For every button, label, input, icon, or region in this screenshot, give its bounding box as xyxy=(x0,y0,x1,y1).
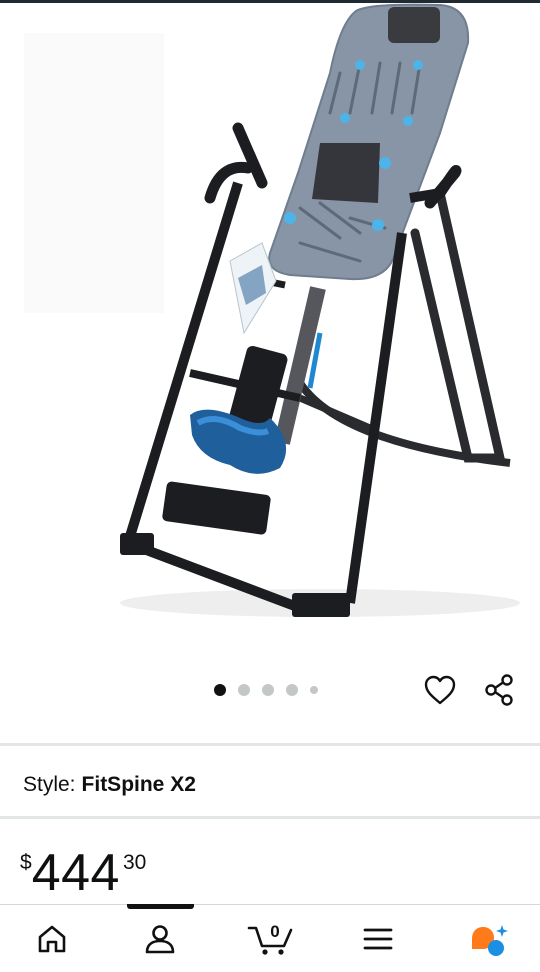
carousel-dot-4[interactable] xyxy=(286,684,298,696)
inversion-table-illustration xyxy=(24,3,520,617)
price-fraction: 30 xyxy=(122,851,147,874)
active-tab-indicator xyxy=(127,904,194,909)
price: $ 444 30 xyxy=(20,846,146,900)
rufus-assistant-icon xyxy=(472,925,508,956)
heart-icon xyxy=(424,675,456,705)
section-divider xyxy=(0,816,540,819)
carousel-dot-5[interactable] xyxy=(310,686,318,694)
product-image[interactable] xyxy=(0,3,540,665)
cart-count-badge: 0 xyxy=(270,922,280,941)
nav-home-button[interactable] xyxy=(24,914,80,964)
carousel-dot-1[interactable] xyxy=(214,684,226,696)
add-to-wishlist-button[interactable] xyxy=(418,668,462,712)
share-button[interactable] xyxy=(478,668,522,712)
style-selector[interactable]: Style: FitSpine X2 xyxy=(23,771,196,799)
carousel-dot-3[interactable] xyxy=(262,684,274,696)
price-symbol: $ xyxy=(20,851,32,874)
section-divider xyxy=(0,743,540,746)
nav-menu-button[interactable] xyxy=(350,914,406,964)
nav-cart-button[interactable]: 0 xyxy=(242,914,298,964)
share-icon xyxy=(485,674,513,706)
price-whole: 444 xyxy=(31,844,120,902)
carousel-dot-2[interactable] xyxy=(238,684,250,696)
account-icon xyxy=(145,925,175,954)
nav-rufus-button[interactable] xyxy=(460,914,516,964)
home-icon xyxy=(38,925,66,953)
menu-icon xyxy=(363,928,393,950)
nav-account-button[interactable] xyxy=(132,914,188,964)
image-carousel-dots[interactable] xyxy=(214,684,318,696)
style-label: Style: xyxy=(23,773,76,796)
style-value: FitSpine X2 xyxy=(81,773,196,796)
